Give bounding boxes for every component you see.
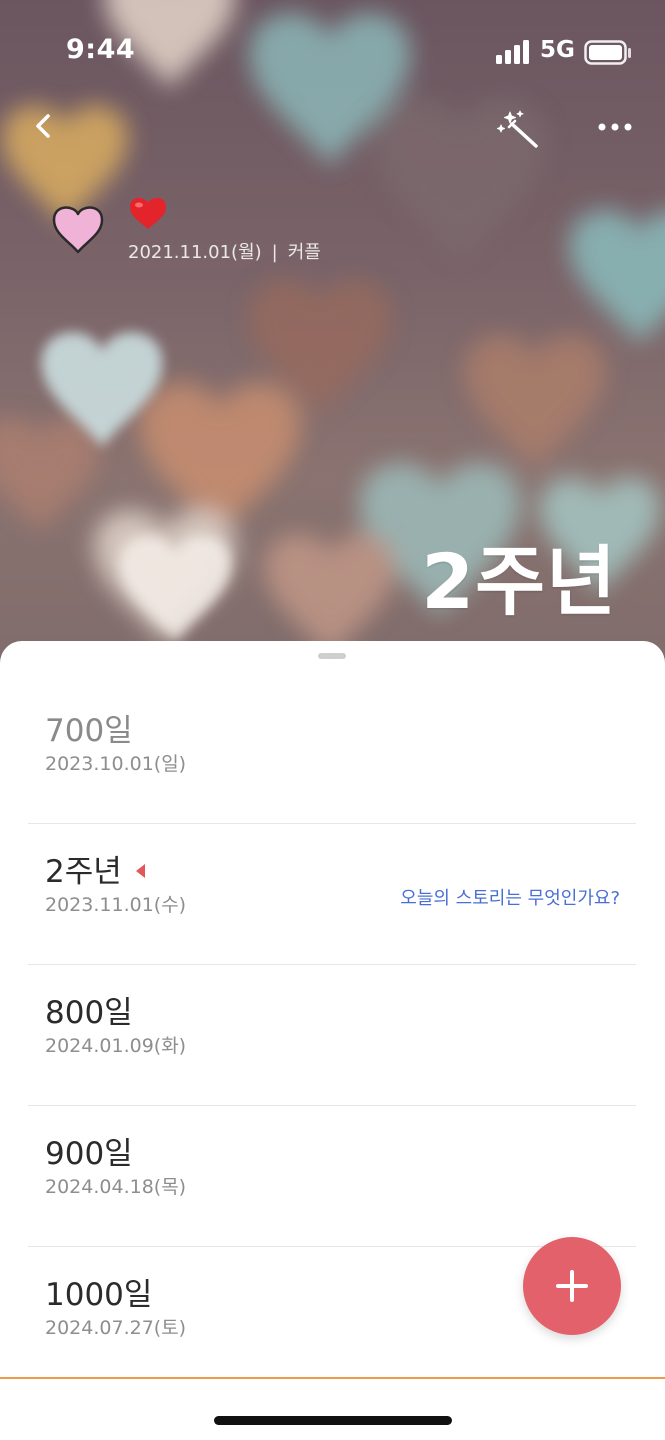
sheet-drag-handle[interactable] (318, 653, 346, 659)
anniversary-title: 800일 (45, 995, 133, 1031)
profile-meta: 2021.11.01(월) | 커플 (128, 238, 321, 264)
story-prompt-link[interactable]: 오늘의 스토리는 무엇인가요? (400, 884, 620, 910)
bottom-divider (0, 1377, 665, 1379)
anniversary-row-today[interactable]: 2주년 2023.11.01(수) 오늘의 스토리는 무엇인가요? (28, 824, 636, 965)
category-label: 커플 (287, 242, 321, 263)
anniversary-date: 2023.11.01(수) (45, 894, 187, 916)
network-label: 5G (540, 37, 575, 63)
anniversary-date: 2024.07.27(토) (45, 1317, 187, 1339)
hero-background: 9:44 5G 2021.11.01(월) | 커플 2주년 (0, 0, 665, 680)
today-marker-icon (135, 863, 145, 878)
back-button[interactable] (26, 106, 62, 146)
anniversary-row[interactable]: 700일 2023.10.01(일) (28, 683, 636, 824)
anniversary-date: 2024.01.09(화) (45, 1035, 187, 1057)
red-heart-emoji (130, 197, 166, 229)
start-date: 2021.11.01(월) (128, 242, 262, 263)
more-button[interactable] (594, 112, 638, 142)
anniversary-title: 1000일 (45, 1277, 153, 1313)
signal-icon (496, 40, 529, 64)
hero-title: 2주년 (421, 537, 617, 626)
chevron-left-icon (36, 114, 50, 138)
anniversary-title: 2주년 (45, 854, 122, 890)
home-indicator[interactable] (214, 1416, 452, 1425)
anniversary-row[interactable]: 800일 2024.01.09(화) (28, 965, 636, 1106)
magic-wand-button[interactable] (496, 108, 544, 152)
add-anniversary-button[interactable] (523, 1237, 621, 1335)
anniversary-title: 900일 (45, 1136, 133, 1172)
magic-wand-icon (497, 110, 538, 148)
anniversary-title-wrap: 2주년 (45, 846, 145, 891)
status-bar: 9:44 5G (0, 0, 665, 100)
anniversary-date: 2024.04.18(목) (45, 1176, 187, 1198)
battery-icon (584, 40, 631, 65)
anniversary-row[interactable]: 900일 2024.04.18(목) (28, 1106, 636, 1247)
more-horizontal-icon (598, 123, 632, 131)
meta-separator: | (271, 242, 278, 263)
anniversary-title: 700일 (45, 713, 133, 749)
anniversary-date: 2023.10.01(일) (45, 753, 187, 775)
status-time: 9:44 (66, 34, 136, 65)
pink-heart-icon[interactable] (50, 200, 106, 256)
